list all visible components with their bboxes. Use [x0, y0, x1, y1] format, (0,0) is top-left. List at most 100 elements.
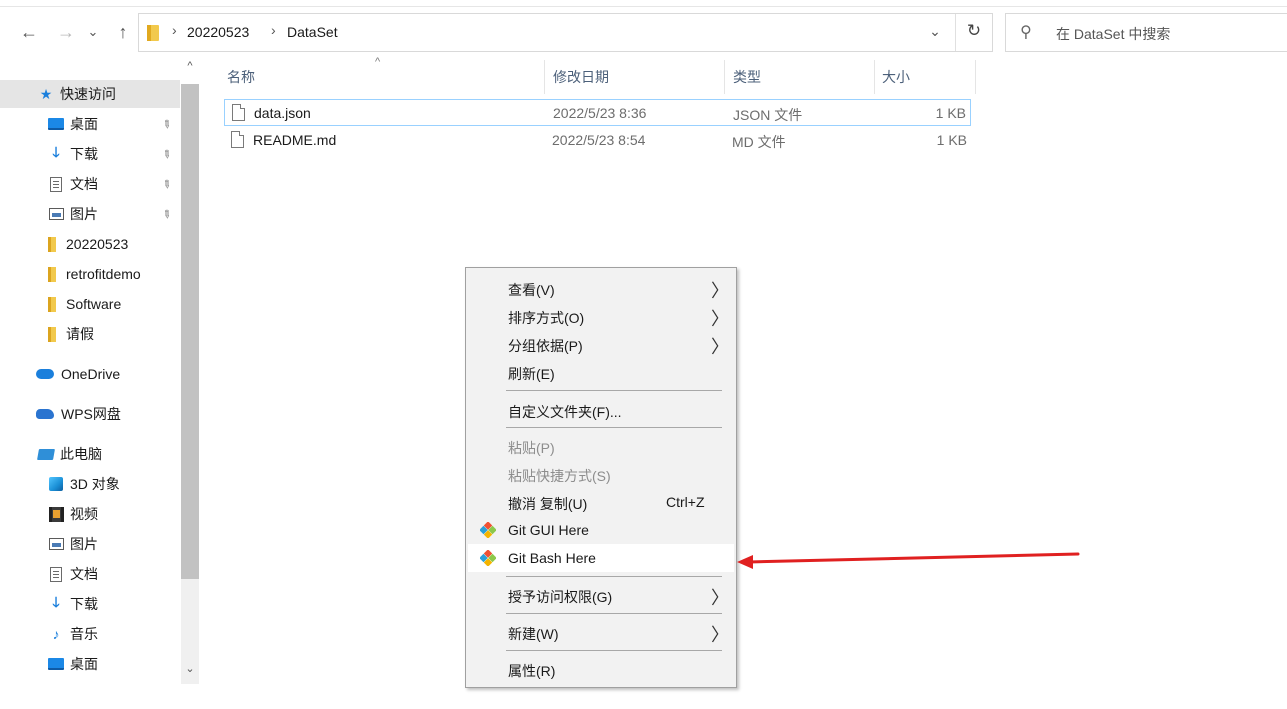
pin-icon[interactable]: ✎	[159, 176, 174, 192]
nav-scrollbar-thumb[interactable]	[181, 84, 199, 579]
sidebar-item-music[interactable]: ♪ 音乐	[0, 620, 180, 648]
menu-item-customize-folder[interactable]: 自定义文件夹(F)...	[468, 396, 734, 424]
document-icon	[48, 566, 64, 582]
sidebar-item-label: OneDrive	[61, 366, 121, 382]
file-size: 1 KB	[936, 132, 967, 148]
address-dropdown-button[interactable]: ⌄	[925, 23, 945, 40]
sidebar-item-software[interactable]: Software	[0, 290, 180, 318]
menu-item-paste[interactable]: 粘贴(P)	[468, 432, 734, 460]
sidebar-item-label: 图片	[70, 536, 98, 552]
sidebar-item-quick-access[interactable]: ★ 快速访问	[0, 80, 180, 108]
menu-item-sort-by[interactable]: 排序方式(O) 〉	[468, 302, 734, 330]
sidebar-item-pictures[interactable]: 图片 ✎	[0, 200, 180, 228]
recent-locations-button[interactable]: ⌄	[86, 20, 100, 44]
menu-item-properties[interactable]: 属性(R)	[468, 655, 734, 683]
breadcrumb-separator: ›	[271, 22, 276, 38]
menu-item-refresh[interactable]: 刷新(E)	[468, 358, 734, 386]
column-header-date[interactable]: 修改日期	[553, 67, 609, 87]
menu-item-label: Git GUI Here	[508, 522, 589, 538]
breadcrumb-20220523[interactable]: 20220523	[187, 24, 249, 40]
folder-icon	[48, 296, 56, 312]
sidebar-item-documents[interactable]: 文档 ✎	[0, 170, 180, 198]
up-button[interactable]: ↑	[112, 20, 134, 44]
pin-icon[interactable]: ✎	[159, 146, 174, 162]
table-row[interactable]: data.json 2022/5/23 8:36 JSON 文件 1 KB	[224, 99, 971, 126]
sidebar-item-documents-pc[interactable]: 文档	[0, 560, 180, 588]
forward-button[interactable]: →	[55, 20, 77, 44]
menu-item-label: 分组依据(P)	[508, 338, 583, 354]
menu-item-label: 刷新(E)	[508, 366, 555, 382]
sidebar-item-onedrive[interactable]: OneDrive	[0, 360, 180, 388]
column-divider[interactable]	[724, 60, 725, 94]
search-box[interactable]: ⚲ 在 DataSet 中搜索	[1005, 13, 1287, 52]
desktop-icon	[48, 656, 64, 672]
sidebar-item-desktop-pc[interactable]: 桌面	[0, 650, 180, 678]
menu-item-give-access[interactable]: 授予访问权限(G) 〉	[468, 581, 734, 609]
menu-item-paste-shortcut[interactable]: 粘贴快捷方式(S)	[468, 460, 734, 488]
sidebar-item-label: 下载	[70, 146, 98, 162]
sidebar-item-downloads[interactable]: 🡓 下载 ✎	[0, 140, 180, 168]
download-icon: 🡓	[52, 144, 60, 160]
red-arrow-annotation	[737, 552, 1080, 569]
sidebar-item-wps-cloud[interactable]: WPS网盘	[0, 400, 180, 428]
address-bar[interactable]: › 20220523 › DataSet ⌄ ↻	[138, 13, 993, 52]
back-button[interactable]: ←	[18, 20, 40, 44]
breadcrumb-dataset[interactable]: DataSet	[287, 24, 338, 40]
sidebar-item-leave[interactable]: 请假	[0, 320, 180, 348]
sort-ascending-icon: ^	[375, 56, 381, 68]
menu-item-git-bash-here[interactable]: Git Bash Here	[468, 544, 734, 572]
file-date: 2022/5/23 8:54	[552, 132, 646, 148]
menu-item-label: 属性(R)	[508, 663, 556, 679]
menu-item-label: 撤消 复制(U)	[508, 496, 588, 512]
menu-item-new[interactable]: 新建(W) 〉	[468, 618, 734, 646]
menu-item-label: 粘贴快捷方式(S)	[508, 468, 611, 484]
scroll-up-button[interactable]: ^	[183, 60, 197, 72]
menu-separator	[506, 427, 722, 428]
sidebar-item-downloads-pc[interactable]: 🡓 下载	[0, 590, 180, 618]
sidebar-item-3d-objects[interactable]: 3D 对象	[0, 470, 180, 498]
video-icon	[48, 506, 64, 522]
sidebar-item-this-pc[interactable]: 此电脑	[0, 440, 180, 468]
sidebar-item-label: 此电脑	[60, 446, 102, 462]
pin-icon[interactable]: ✎	[159, 116, 174, 132]
refresh-button[interactable]: ↻	[963, 21, 985, 41]
chevron-down-icon: ⌄	[87, 24, 99, 39]
menu-item-group-by[interactable]: 分组依据(P) 〉	[468, 330, 734, 358]
sidebar-item-retrofitdemo[interactable]: retrofitdemo	[0, 260, 180, 288]
scroll-down-button[interactable]: ⌄	[183, 662, 197, 675]
pin-icon[interactable]: ✎	[159, 206, 174, 222]
column-header-type[interactable]: 类型	[733, 67, 761, 87]
menu-item-label: 自定义文件夹(F)...	[508, 404, 622, 420]
sidebar-item-20220523[interactable]: 20220523	[0, 230, 180, 258]
column-divider[interactable]	[874, 60, 875, 94]
file-type: JSON 文件	[733, 107, 803, 123]
up-arrow-icon: ↑	[118, 21, 128, 42]
arrow-shaft	[747, 552, 1080, 564]
wps-cloud-icon	[35, 406, 55, 422]
column-header-size[interactable]: 大小	[882, 67, 910, 87]
folder-icon	[48, 236, 56, 252]
sidebar-item-desktop[interactable]: 桌面 ✎	[0, 110, 180, 138]
sidebar-item-label: 图片	[70, 206, 98, 222]
document-icon	[48, 176, 64, 192]
file-name: data.json	[254, 105, 311, 121]
column-header-name[interactable]: 名称	[227, 67, 255, 87]
table-row[interactable]: README.md 2022/5/23 8:54 MD 文件 1 KB	[224, 127, 971, 154]
menu-item-shortcut: Ctrl+Z	[666, 494, 705, 510]
picture-icon	[48, 536, 64, 552]
menu-item-undo-copy[interactable]: 撤消 复制(U) Ctrl+Z	[468, 488, 734, 516]
sidebar-item-label: 下载	[70, 596, 98, 612]
column-divider[interactable]	[544, 60, 545, 94]
folder-icon	[48, 326, 56, 342]
sidebar-item-videos[interactable]: 视频	[0, 500, 180, 528]
sidebar-item-pictures-pc[interactable]: 图片	[0, 530, 180, 558]
column-divider[interactable]	[975, 60, 976, 94]
menu-item-view[interactable]: 查看(V) 〉	[468, 274, 734, 302]
forward-arrow-icon: →	[57, 21, 75, 42]
context-menu: 查看(V) 〉 排序方式(O) 〉 分组依据(P) 〉 刷新(E) 自定义文件夹…	[465, 267, 737, 688]
menu-item-git-gui-here[interactable]: Git GUI Here	[468, 516, 734, 544]
chevron-right-icon: 〉	[711, 281, 729, 301]
git-icon	[480, 550, 496, 566]
star-icon: ★	[39, 85, 53, 102]
back-arrow-icon: ←	[20, 21, 38, 42]
